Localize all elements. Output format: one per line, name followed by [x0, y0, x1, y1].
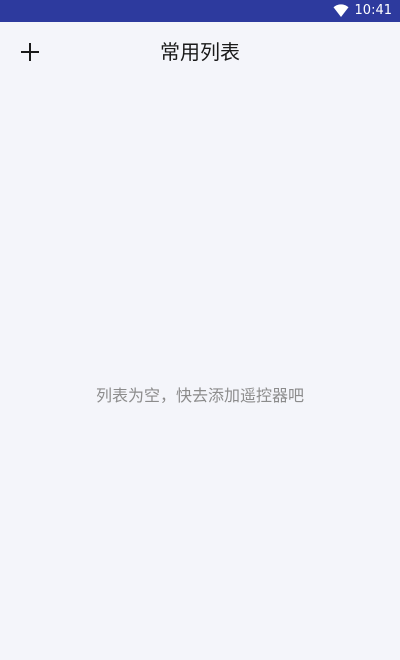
empty-list-message: 列表为空，快去添加遥控器吧 [95, 386, 304, 405]
page-title: 常用列表 [160, 40, 240, 64]
status-bar-right: 10:41 [333, 0, 392, 22]
wifi-icon [333, 4, 349, 17]
add-button[interactable] [12, 34, 48, 70]
status-time: 10:41 [354, 3, 392, 18]
app-bar: 常用列表 [0, 22, 400, 82]
screen: 10:41 常用列表 列表为空，快去添加遥控器吧 [0, 0, 400, 660]
status-bar: 10:41 [0, 0, 400, 22]
plus-icon [21, 43, 39, 61]
